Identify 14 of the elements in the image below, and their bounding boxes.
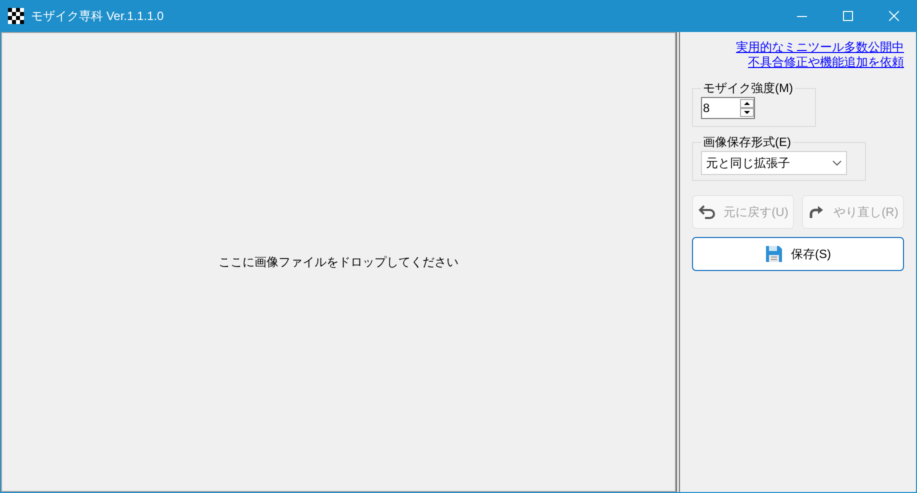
window-title: モザイク専科 Ver.1.1.1.0 <box>31 8 164 25</box>
checkered-flag-icon <box>8 8 24 24</box>
number-spinner[interactable]: 8 <box>701 97 755 119</box>
group-label: モザイク強度(M) <box>702 80 794 97</box>
group-label: 画像保存形式(E) <box>702 134 792 151</box>
link[interactable]: 実用的なミニツール多数公開中 <box>736 40 904 55</box>
undo-arrow-icon <box>698 205 716 219</box>
spinner-arrows-icon[interactable] <box>740 99 754 117</box>
format-dropdown[interactable]: 元と同じ拡張子 <box>701 151 847 175</box>
save-button[interactable]: 保存(S) <box>692 237 904 271</box>
chevron-down-icon <box>832 160 842 166</box>
drop-message: ここに画像ファイルをドロップしてください <box>218 254 458 271</box>
link[interactable]: 不具合修正や機能追加を依頼 <box>748 55 904 70</box>
drop-area[interactable]: ここに画像ファイルをドロップしてください <box>1 32 676 492</box>
